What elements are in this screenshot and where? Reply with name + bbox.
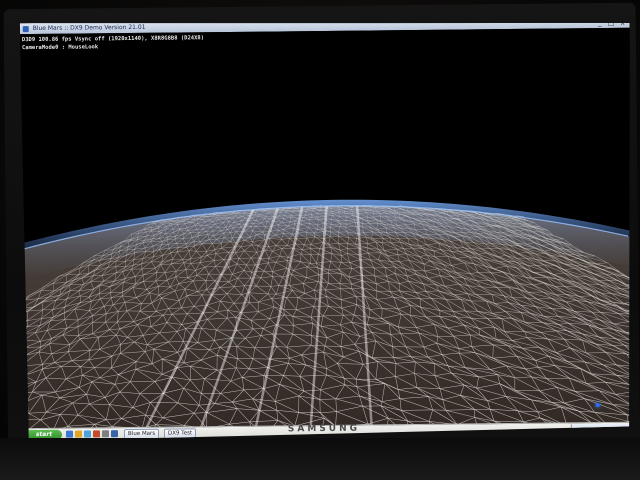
- wire-edge: [20, 366, 21, 371]
- wire-edge: [20, 340, 24, 341]
- wire-edge: [20, 354, 25, 355]
- wire-edge: [20, 348, 25, 351]
- wire-edge: [629, 314, 634, 325]
- wire-edge: [20, 348, 25, 355]
- wire-edge: [631, 288, 634, 292]
- app-icon: [23, 26, 29, 32]
- wire-edge: [20, 308, 22, 315]
- wire-edge: [20, 371, 24, 376]
- wire-edge: [24, 333, 25, 340]
- wire-edge: [20, 321, 27, 329]
- wire-edge: [628, 321, 633, 333]
- wire-edge: [21, 366, 25, 376]
- wire-edge: [20, 326, 28, 328]
- wire-edge: [628, 322, 633, 330]
- wire-edge: [20, 308, 22, 316]
- wire-edge: [20, 376, 25, 385]
- screen: Blue Mars :: DX9 Demo Version 21.01 _ □ …: [20, 17, 634, 441]
- wire-edge: [629, 339, 634, 340]
- wire-edge: [20, 340, 24, 351]
- monitor: Blue Mars :: DX9 Demo Version 21.01 _ □ …: [3, 2, 640, 480]
- wire-edge: [22, 300, 26, 308]
- window-title: Blue Mars :: DX9 Demo Version 21.01: [32, 23, 146, 33]
- wire-edge: [20, 326, 28, 336]
- wire-edge: [20, 356, 25, 365]
- wire-edge: [631, 288, 634, 298]
- wire-edge: [20, 300, 26, 308]
- wire-edge: [629, 339, 634, 347]
- wireframe-terrain: [20, 28, 634, 430]
- wire-edge: [629, 314, 634, 322]
- wire-edge: [629, 339, 634, 349]
- terrain-ground: [22, 203, 634, 430]
- wire-edge: [24, 340, 25, 348]
- wire-edge: [20, 356, 25, 367]
- wire-edge: [20, 333, 25, 336]
- wire-edge: [20, 333, 25, 341]
- wire-edge: [20, 319, 27, 321]
- wire-edge: [20, 364, 21, 366]
- wire-edge: [629, 314, 634, 318]
- wire-edge: [631, 288, 634, 298]
- wire-edge: [632, 279, 634, 284]
- wire-edge: [20, 300, 26, 303]
